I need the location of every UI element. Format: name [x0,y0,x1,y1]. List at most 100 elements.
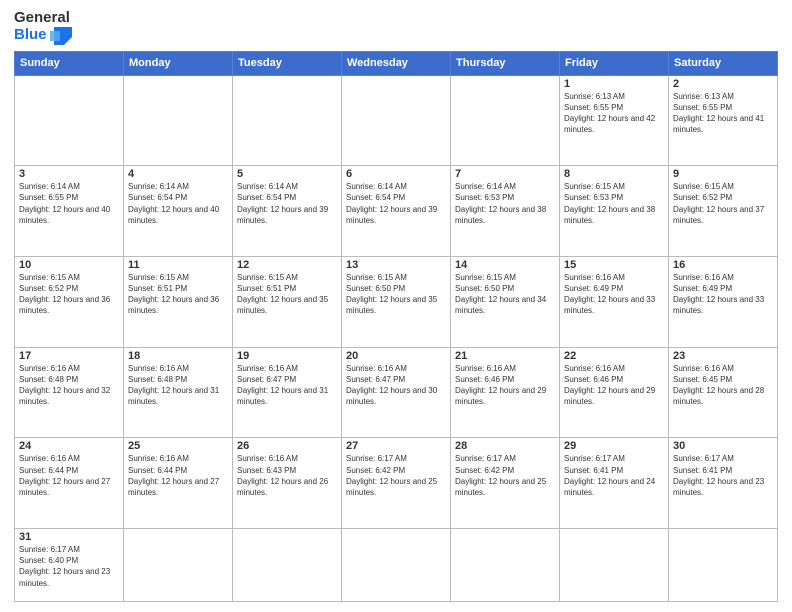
day-sun-info: Sunrise: 6:14 AMSunset: 6:54 PMDaylight:… [346,181,446,226]
calendar-cell: 27Sunrise: 6:17 AMSunset: 6:42 PMDayligh… [342,438,451,529]
day-sun-info: Sunrise: 6:16 AMSunset: 6:48 PMDaylight:… [19,363,119,408]
calendar-cell: 23Sunrise: 6:16 AMSunset: 6:45 PMDayligh… [669,347,778,438]
calendar-cell [124,529,233,602]
day-number: 11 [128,259,228,271]
day-sun-info: Sunrise: 6:14 AMSunset: 6:53 PMDaylight:… [455,181,555,226]
day-number: 27 [346,440,446,452]
calendar-cell: 22Sunrise: 6:16 AMSunset: 6:46 PMDayligh… [560,347,669,438]
day-sun-info: Sunrise: 6:16 AMSunset: 6:43 PMDaylight:… [237,453,337,498]
day-sun-info: Sunrise: 6:17 AMSunset: 6:42 PMDaylight:… [346,453,446,498]
day-sun-info: Sunrise: 6:14 AMSunset: 6:55 PMDaylight:… [19,181,119,226]
calendar-cell: 31Sunrise: 6:17 AMSunset: 6:40 PMDayligh… [15,529,124,602]
day-sun-info: Sunrise: 6:13 AMSunset: 6:55 PMDaylight:… [673,91,773,136]
day-number: 1 [564,78,664,90]
calendar-week-row: 31Sunrise: 6:17 AMSunset: 6:40 PMDayligh… [15,529,778,602]
day-number: 21 [455,350,555,362]
calendar-week-row: 24Sunrise: 6:16 AMSunset: 6:44 PMDayligh… [15,438,778,529]
day-sun-info: Sunrise: 6:14 AMSunset: 6:54 PMDaylight:… [237,181,337,226]
day-sun-info: Sunrise: 6:16 AMSunset: 6:46 PMDaylight:… [564,363,664,408]
calendar-week-row: 3Sunrise: 6:14 AMSunset: 6:55 PMDaylight… [15,166,778,257]
day-number: 23 [673,350,773,362]
day-number: 6 [346,168,446,180]
calendar-cell: 25Sunrise: 6:16 AMSunset: 6:44 PMDayligh… [124,438,233,529]
day-sun-info: Sunrise: 6:16 AMSunset: 6:45 PMDaylight:… [673,363,773,408]
col-tuesday: Tuesday [233,51,342,75]
day-sun-info: Sunrise: 6:16 AMSunset: 6:47 PMDaylight:… [346,363,446,408]
day-sun-info: Sunrise: 6:16 AMSunset: 6:44 PMDaylight:… [128,453,228,498]
col-wednesday: Wednesday [342,51,451,75]
calendar-cell: 6Sunrise: 6:14 AMSunset: 6:54 PMDaylight… [342,166,451,257]
day-number: 28 [455,440,555,452]
day-sun-info: Sunrise: 6:15 AMSunset: 6:50 PMDaylight:… [455,272,555,317]
day-number: 31 [19,531,119,543]
calendar-table: Sunday Monday Tuesday Wednesday Thursday… [14,51,778,603]
calendar-cell: 29Sunrise: 6:17 AMSunset: 6:41 PMDayligh… [560,438,669,529]
day-sun-info: Sunrise: 6:13 AMSunset: 6:55 PMDaylight:… [564,91,664,136]
calendar-cell: 14Sunrise: 6:15 AMSunset: 6:50 PMDayligh… [451,256,560,347]
day-number: 13 [346,259,446,271]
calendar-cell: 26Sunrise: 6:16 AMSunset: 6:43 PMDayligh… [233,438,342,529]
day-number: 4 [128,168,228,180]
logo-triangle-icon [50,27,72,45]
col-monday: Monday [124,51,233,75]
calendar-cell [15,75,124,166]
calendar-cell: 10Sunrise: 6:15 AMSunset: 6:52 PMDayligh… [15,256,124,347]
calendar-cell [451,529,560,602]
day-sun-info: Sunrise: 6:17 AMSunset: 6:40 PMDaylight:… [19,544,119,589]
col-thursday: Thursday [451,51,560,75]
calendar-cell: 4Sunrise: 6:14 AMSunset: 6:54 PMDaylight… [124,166,233,257]
calendar-cell [669,529,778,602]
calendar-header-row: Sunday Monday Tuesday Wednesday Thursday… [15,51,778,75]
day-number: 2 [673,78,773,90]
day-sun-info: Sunrise: 6:15 AMSunset: 6:51 PMDaylight:… [128,272,228,317]
calendar-cell [342,75,451,166]
day-sun-info: Sunrise: 6:15 AMSunset: 6:52 PMDaylight:… [19,272,119,317]
day-number: 15 [564,259,664,271]
day-number: 22 [564,350,664,362]
day-number: 20 [346,350,446,362]
day-sun-info: Sunrise: 6:15 AMSunset: 6:50 PMDaylight:… [346,272,446,317]
day-sun-info: Sunrise: 6:17 AMSunset: 6:42 PMDaylight:… [455,453,555,498]
day-number: 14 [455,259,555,271]
calendar-cell [124,75,233,166]
day-sun-info: Sunrise: 6:16 AMSunset: 6:44 PMDaylight:… [19,453,119,498]
day-number: 12 [237,259,337,271]
day-number: 18 [128,350,228,362]
calendar-cell: 30Sunrise: 6:17 AMSunset: 6:41 PMDayligh… [669,438,778,529]
calendar-cell: 15Sunrise: 6:16 AMSunset: 6:49 PMDayligh… [560,256,669,347]
day-number: 17 [19,350,119,362]
day-number: 8 [564,168,664,180]
calendar-cell: 17Sunrise: 6:16 AMSunset: 6:48 PMDayligh… [15,347,124,438]
day-sun-info: Sunrise: 6:16 AMSunset: 6:46 PMDaylight:… [455,363,555,408]
header: General Blue [14,10,778,45]
col-saturday: Saturday [669,51,778,75]
calendar-cell: 8Sunrise: 6:15 AMSunset: 6:53 PMDaylight… [560,166,669,257]
calendar-cell: 11Sunrise: 6:15 AMSunset: 6:51 PMDayligh… [124,256,233,347]
calendar-cell: 5Sunrise: 6:14 AMSunset: 6:54 PMDaylight… [233,166,342,257]
day-sun-info: Sunrise: 6:16 AMSunset: 6:47 PMDaylight:… [237,363,337,408]
logo: General Blue [14,10,72,45]
day-sun-info: Sunrise: 6:16 AMSunset: 6:49 PMDaylight:… [673,272,773,317]
calendar-cell [451,75,560,166]
day-number: 29 [564,440,664,452]
calendar-cell: 13Sunrise: 6:15 AMSunset: 6:50 PMDayligh… [342,256,451,347]
day-number: 25 [128,440,228,452]
calendar-cell: 18Sunrise: 6:16 AMSunset: 6:48 PMDayligh… [124,347,233,438]
day-sun-info: Sunrise: 6:14 AMSunset: 6:54 PMDaylight:… [128,181,228,226]
day-number: 5 [237,168,337,180]
day-number: 19 [237,350,337,362]
day-number: 24 [19,440,119,452]
col-friday: Friday [560,51,669,75]
calendar-cell: 3Sunrise: 6:14 AMSunset: 6:55 PMDaylight… [15,166,124,257]
day-number: 30 [673,440,773,452]
calendar-cell: 20Sunrise: 6:16 AMSunset: 6:47 PMDayligh… [342,347,451,438]
calendar-week-row: 10Sunrise: 6:15 AMSunset: 6:52 PMDayligh… [15,256,778,347]
calendar-cell [560,529,669,602]
logo-wordmark: General Blue [14,10,72,45]
calendar-week-row: 17Sunrise: 6:16 AMSunset: 6:48 PMDayligh… [15,347,778,438]
calendar-cell: 7Sunrise: 6:14 AMSunset: 6:53 PMDaylight… [451,166,560,257]
col-sunday: Sunday [15,51,124,75]
calendar-cell: 2Sunrise: 6:13 AMSunset: 6:55 PMDaylight… [669,75,778,166]
calendar-cell: 16Sunrise: 6:16 AMSunset: 6:49 PMDayligh… [669,256,778,347]
day-sun-info: Sunrise: 6:17 AMSunset: 6:41 PMDaylight:… [673,453,773,498]
